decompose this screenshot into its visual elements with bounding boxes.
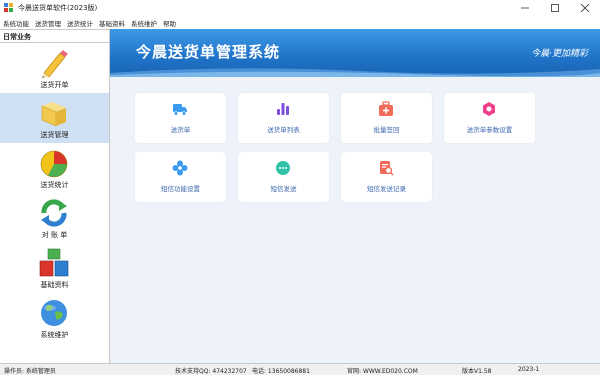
tile-sms-records[interactable]: 短信发送记录 xyxy=(341,152,432,202)
banner-title: 今晨送货单管理系统 xyxy=(136,43,281,61)
tile-label: 送货单 xyxy=(170,126,191,134)
minimize-icon xyxy=(521,7,529,9)
window-title: 今晨送货单软件(2023版) xyxy=(18,4,98,12)
sidebar-item-label: 送货管理 xyxy=(40,131,69,139)
tile-delivery-note[interactable]: 送货单 xyxy=(135,93,226,143)
tile-label: 批量签回 xyxy=(373,126,400,134)
tile-label: 短信发送记录 xyxy=(367,185,406,193)
medical-box-icon xyxy=(379,101,393,116)
status-operator: 操作员: 系统管理员 xyxy=(4,368,56,375)
pie-chart-icon xyxy=(40,150,68,178)
minimize-button[interactable] xyxy=(510,0,540,16)
folder-icon xyxy=(41,102,66,127)
tile-sms-settings[interactable]: 短信功能设置 xyxy=(135,152,226,202)
sidebar-item-create-delivery[interactable]: 送货开单 xyxy=(0,43,109,93)
chat-bubble-icon xyxy=(276,161,290,175)
close-icon xyxy=(581,4,589,12)
status-support: 技术支持QQ: 474232707 xyxy=(175,368,247,375)
menu-basic-data[interactable]: 基础资料 xyxy=(99,18,125,28)
menu-statistics[interactable]: 送货统计 xyxy=(67,18,93,28)
sidebar: 日常业务 送货开单 送货管理 送货统计 对 账 单 基础资料 系统维护 xyxy=(0,29,110,363)
tile-sms-send[interactable]: 短信发送 xyxy=(238,152,329,202)
pencil-icon xyxy=(42,50,68,78)
truck-icon xyxy=(173,104,187,116)
tile-label: 短信功能设置 xyxy=(161,185,200,193)
status-date: 2023-1 xyxy=(518,366,540,373)
document-search-icon xyxy=(380,161,394,176)
refresh-icon xyxy=(41,199,67,227)
main-panel: 今晨送货单管理系统 今晨·更加精彩 送货单 送货单列表 批量签回 送货单参数设置… xyxy=(110,29,600,363)
close-button[interactable] xyxy=(570,0,600,16)
app-icon xyxy=(4,3,14,13)
tile-delivery-params[interactable]: 送货单参数设置 xyxy=(444,93,535,143)
tile-label: 送货单列表 xyxy=(267,126,300,134)
tile-label: 送货单参数设置 xyxy=(466,126,513,134)
menu-system[interactable]: 系统功能 xyxy=(3,18,29,28)
sidebar-item-delivery-management[interactable]: 送货管理 xyxy=(0,93,109,143)
sidebar-item-basic-data[interactable]: 基础资料 xyxy=(0,243,109,293)
maximize-icon xyxy=(551,4,559,12)
menu-help[interactable]: 帮助 xyxy=(163,18,176,28)
banner-wave xyxy=(110,68,600,77)
sidebar-item-system-maintenance[interactable]: 系统维护 xyxy=(0,293,109,343)
sidebar-item-statement[interactable]: 对 账 单 xyxy=(0,193,109,243)
sidebar-item-label: 送货统计 xyxy=(40,181,69,189)
status-website: 官网: WWW.ED020.COM xyxy=(347,368,418,375)
menu-bar: 系统功能 送货管理 送货统计 基础资料 系统维护 帮助 xyxy=(0,16,600,29)
blocks-icon xyxy=(39,248,69,277)
sidebar-item-delivery-stats[interactable]: 送货统计 xyxy=(0,143,109,193)
tile-batch-signback[interactable]: 批量签回 xyxy=(341,93,432,143)
status-version: 版本V1.58 xyxy=(462,368,492,375)
globe-icon xyxy=(41,300,67,326)
sidebar-header: 日常业务 xyxy=(0,29,109,43)
menu-maintenance[interactable]: 系统维护 xyxy=(131,18,157,28)
sidebar-item-label: 基础资料 xyxy=(40,281,69,289)
maximize-button[interactable] xyxy=(540,0,570,16)
title-bar: 今晨送货单软件(2023版) xyxy=(0,0,600,16)
banner: 今晨送货单管理系统 今晨·更加精彩 xyxy=(110,29,600,77)
status-phone: 电话: 13650086881 xyxy=(252,368,310,375)
hexagon-settings-icon xyxy=(483,102,495,116)
sidebar-item-label: 系统维护 xyxy=(40,331,69,339)
menu-delivery[interactable]: 送货管理 xyxy=(35,18,61,28)
flower-settings-icon xyxy=(172,160,188,176)
tile-label: 短信发送 xyxy=(270,185,297,193)
sidebar-item-label: 送货开单 xyxy=(40,81,69,89)
status-bar: 操作员: 系统管理员 技术支持QQ: 474232707 电话: 1365008… xyxy=(0,363,600,375)
sidebar-item-label: 对 账 单 xyxy=(41,231,68,239)
tile-delivery-list[interactable]: 送货单列表 xyxy=(238,93,329,143)
bar-chart-icon xyxy=(277,103,289,115)
banner-slogan: 今晨·更加精彩 xyxy=(531,49,588,59)
